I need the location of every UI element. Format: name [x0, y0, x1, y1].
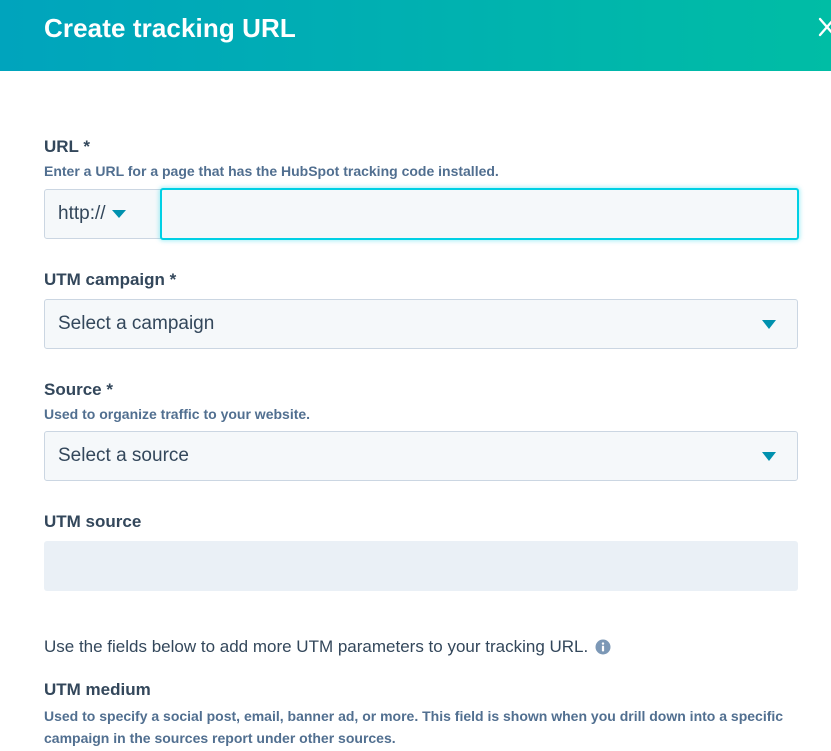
utm-medium-help-text: Used to specify a social post, email, ba… — [44, 708, 784, 746]
url-help-text: Enter a URL for a page that has the HubS… — [44, 163, 499, 179]
utm-campaign-label: UTM campaign * — [44, 270, 177, 289]
utm-campaign-select[interactable]: Select a campaign — [44, 299, 798, 349]
url-input[interactable] — [160, 188, 799, 240]
dialog-header: Create tracking URL — [0, 0, 831, 71]
url-label: URL * — [44, 137, 90, 156]
close-button[interactable] — [812, 10, 831, 44]
source-label: Source * — [44, 380, 113, 399]
protocol-dropdown[interactable]: http:// — [44, 189, 162, 239]
utm-source-field — [44, 541, 798, 591]
chevron-down-icon — [111, 210, 126, 218]
chevron-down-icon — [762, 320, 776, 329]
dialog-title: Create tracking URL — [44, 13, 296, 43]
utm-medium-label: UTM medium — [44, 680, 151, 699]
utm-campaign-value: Select a campaign — [58, 313, 215, 334]
utm-info-text: Use the fields below to add more UTM par… — [44, 637, 589, 656]
source-help-text: Used to organize traffic to your website… — [44, 406, 311, 422]
source-value: Select a source — [58, 445, 189, 466]
chevron-down-icon — [762, 452, 776, 461]
utm-info-row: Use the fields below to add more UTM par… — [44, 637, 611, 657]
source-select[interactable]: Select a source — [44, 431, 798, 481]
info-icon[interactable] — [595, 639, 611, 655]
utm-source-label: UTM source — [44, 512, 142, 531]
close-icon — [818, 17, 831, 37]
protocol-value: http:// — [58, 203, 106, 224]
